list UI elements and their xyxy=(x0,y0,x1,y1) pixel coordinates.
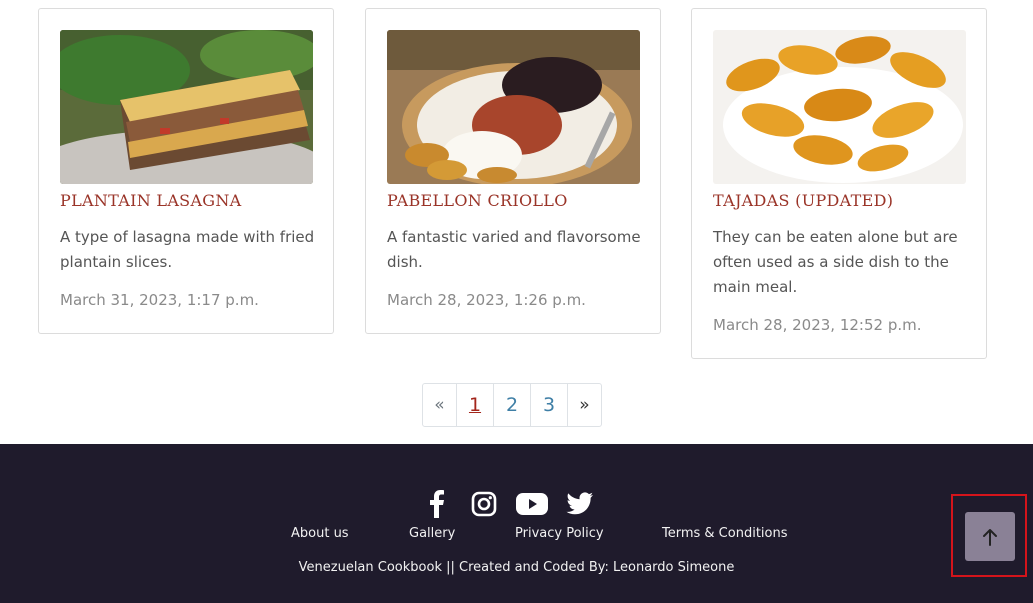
recipe-title[interactable]: TAJADAS (UPDATED) xyxy=(713,191,973,210)
social-links xyxy=(420,488,610,520)
recipe-date: March 31, 2023, 1:17 p.m. xyxy=(60,291,259,309)
recipe-card-grid: PLANTAIN LASAGNA A type of lasagna made … xyxy=(0,0,1033,444)
arrow-up-icon xyxy=(983,528,997,546)
instagram-icon[interactable] xyxy=(468,488,500,520)
pagination-prev[interactable]: « xyxy=(422,383,457,427)
recipe-description: A fantastic varied and flavorsome dish. xyxy=(387,228,641,271)
pagination-next[interactable]: » xyxy=(567,383,602,427)
recipe-card[interactable]: PLANTAIN LASAGNA A type of lasagna made … xyxy=(38,8,334,334)
footer-link-privacy[interactable]: Privacy Policy xyxy=(515,526,604,541)
back-to-top-button[interactable] xyxy=(965,512,1015,561)
site-footer: About us Gallery Privacy Policy Terms & … xyxy=(0,444,1033,603)
recipe-image-pabellon-criollo[interactable] xyxy=(387,30,640,184)
recipe-date: March 28, 2023, 12:52 p.m. xyxy=(713,316,922,334)
footer-link-gallery[interactable]: Gallery xyxy=(409,526,455,541)
footer-link-terms[interactable]: Terms & Conditions xyxy=(662,526,788,541)
footer-links: About us Gallery Privacy Policy Terms & … xyxy=(0,526,1033,546)
facebook-icon[interactable] xyxy=(420,488,452,520)
twitter-icon[interactable] xyxy=(564,488,596,520)
recipe-image-plantain-lasagna[interactable] xyxy=(60,30,313,184)
recipe-title[interactable]: PABELLON CRIOLLO xyxy=(387,191,647,210)
recipe-card[interactable]: TAJADAS (UPDATED) They can be eaten alon… xyxy=(691,8,987,359)
page: PLANTAIN LASAGNA A type of lasagna made … xyxy=(0,0,1033,603)
youtube-icon[interactable] xyxy=(516,488,548,520)
recipe-title[interactable]: PLANTAIN LASAGNA xyxy=(60,191,320,210)
pagination-page-3[interactable]: 3 xyxy=(530,383,568,427)
recipe-date: March 28, 2023, 1:26 p.m. xyxy=(387,291,586,309)
footer-link-about[interactable]: About us xyxy=(291,526,349,541)
copyright-text: Venezuelan Cookbook || Created and Coded… xyxy=(298,560,735,575)
pagination-page-2[interactable]: 2 xyxy=(493,383,531,427)
recipe-description: They can be eaten alone but are often us… xyxy=(713,228,958,296)
pagination: « 1 2 3 » xyxy=(422,383,602,427)
recipe-image-tajadas[interactable] xyxy=(713,30,966,184)
pagination-page-1[interactable]: 1 xyxy=(456,383,494,427)
recipe-description: A type of lasagna made with fried planta… xyxy=(60,228,315,271)
recipe-card[interactable]: PABELLON CRIOLLO A fantastic varied and … xyxy=(365,8,661,334)
